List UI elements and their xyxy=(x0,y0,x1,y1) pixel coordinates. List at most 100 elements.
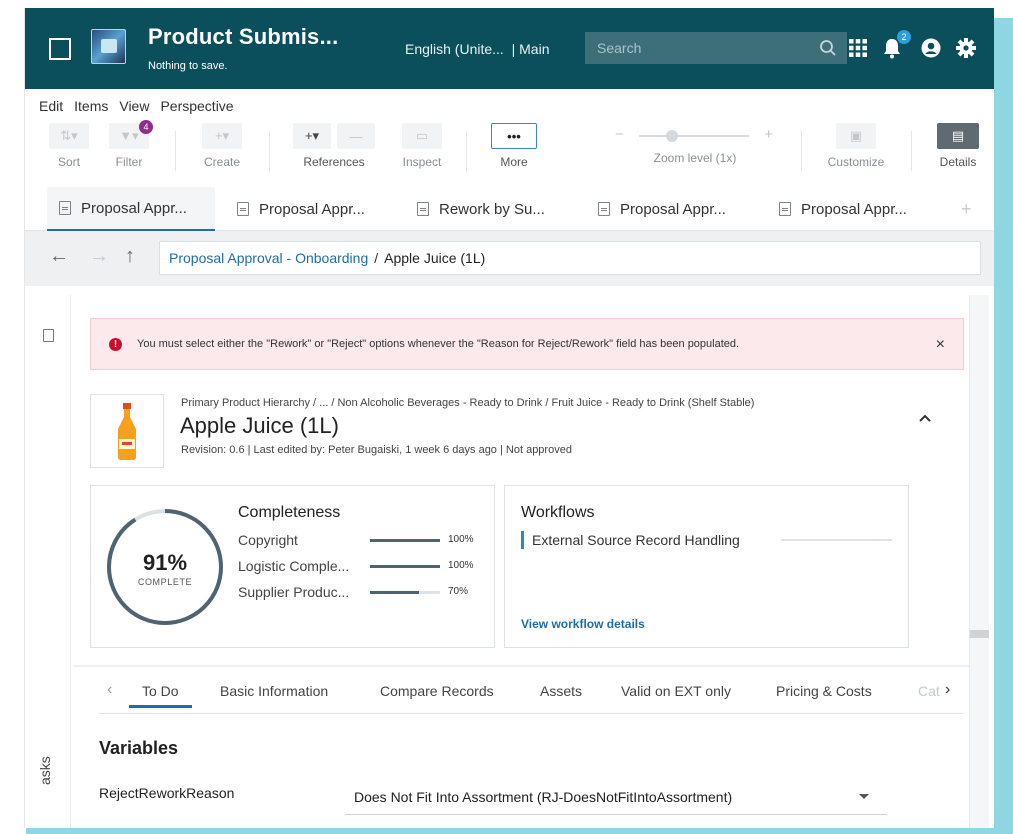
juice-bottle-image xyxy=(118,403,136,460)
section-divider xyxy=(73,665,989,667)
forward-arrow-icon[interactable]: → xyxy=(89,245,109,268)
subtab-assets[interactable]: Assets xyxy=(540,683,582,699)
subtab-compare-records[interactable]: Compare Records xyxy=(380,683,494,699)
menu-toggle-icon[interactable] xyxy=(49,38,71,60)
tab-proposal-approval-3[interactable]: Proposal Appr... xyxy=(598,187,726,231)
zoom-control: − + Zoom level (1x) xyxy=(615,123,775,165)
tab-proposal-approval-1[interactable]: Proposal Appr... xyxy=(47,187,215,231)
up-arrow-icon[interactable]: ↑ xyxy=(125,245,135,268)
product-logo xyxy=(91,29,126,64)
scrollbar-thumb[interactable] xyxy=(970,630,989,638)
scrollbar[interactable] xyxy=(969,295,989,828)
tasks-rail-label[interactable]: asks xyxy=(37,756,53,785)
zoom-out-icon[interactable]: − xyxy=(615,126,624,143)
menu-edit[interactable]: Edit xyxy=(39,98,63,114)
workspace-selector[interactable]: Main xyxy=(519,41,549,57)
subtab-basic-information[interactable]: Basic Information xyxy=(220,683,328,699)
tab-rework-by-supplier[interactable]: Rework by Su... xyxy=(417,187,545,231)
subtab-categories[interactable]: Cat xyxy=(918,683,940,699)
document-icon xyxy=(417,202,429,216)
filter-count-badge: 4 xyxy=(139,120,153,134)
context-separator: | xyxy=(507,41,520,57)
document-icon xyxy=(59,201,71,215)
settings-gear-icon[interactable] xyxy=(955,37,977,59)
menu-view[interactable]: View xyxy=(119,98,149,114)
apps-grid-icon[interactable] xyxy=(847,37,869,59)
metric-bar-fill xyxy=(370,591,419,594)
search-input[interactable] xyxy=(585,32,805,64)
app-header: Product Submis... Nothing to save. Engli… xyxy=(25,8,994,89)
zoom-handle[interactable] xyxy=(666,130,678,142)
notification-count-badge: 2 xyxy=(897,30,911,44)
alert-message: You must select either the "Rework" or "… xyxy=(137,338,740,350)
frame-decoration-right xyxy=(993,18,1013,834)
subtab-to-do[interactable]: To Do xyxy=(129,683,192,708)
subtabs-prev-icon[interactable]: ‹ xyxy=(107,681,112,699)
product-hierarchy: Primary Product Hierarchy / ... / Non Al… xyxy=(181,397,755,409)
zoom-slider[interactable]: − + xyxy=(615,123,775,149)
zoom-track xyxy=(639,135,749,137)
dropdown-caret-icon[interactable] xyxy=(859,794,869,799)
search-box xyxy=(585,32,847,64)
completeness-percent: 91% xyxy=(142,550,188,575)
details-label: Details xyxy=(939,155,977,169)
inspect-button[interactable]: ▭ Inspect xyxy=(399,123,445,169)
create-button[interactable]: +▾ Create xyxy=(199,123,245,169)
record-subtabs: ‹ To Do Basic Information Compare Record… xyxy=(99,676,963,714)
toolbar: ⇅▾ Sort ▼▾ Filter 4 +▾ Create +▾ — Refer… xyxy=(25,120,994,187)
tab-label: Proposal Appr... xyxy=(801,200,907,218)
details-panel-icon: ▤ xyxy=(937,123,979,149)
error-alert: ! You must select either the "Rework" or… xyxy=(90,318,964,370)
more-button[interactable]: ••• More xyxy=(489,123,539,169)
more-icon: ••• xyxy=(491,123,537,149)
breadcrumb-current: Apple Juice (1L) xyxy=(384,250,486,266)
subtab-valid-on-ext-only[interactable]: Valid on EXT only xyxy=(621,683,731,699)
product-image[interactable] xyxy=(90,394,164,468)
left-rail: asks xyxy=(25,295,71,828)
breadcrumb-link[interactable]: Proposal Approval - Onboarding xyxy=(169,250,368,266)
metric-percent: 100% xyxy=(448,534,474,545)
document-icon xyxy=(598,202,610,216)
add-tab-icon[interactable]: + xyxy=(961,187,972,231)
context-selector[interactable]: English (Unite... | Main xyxy=(405,41,550,57)
language-selector[interactable]: English (Unite... xyxy=(405,41,504,57)
remove-reference-icon[interactable]: — xyxy=(337,123,375,149)
toolbar-divider xyxy=(911,131,912,171)
back-arrow-icon[interactable]: ← xyxy=(49,245,69,268)
menu-bar: Edit Items View Perspective xyxy=(25,89,994,123)
chevron-up-icon[interactable] xyxy=(918,410,932,428)
details-button[interactable]: ▤ Details xyxy=(933,123,983,169)
close-icon[interactable]: × xyxy=(936,336,945,354)
customize-button[interactable]: ▣ Customize xyxy=(821,123,891,169)
completeness-caption: COMPLETE xyxy=(137,577,193,587)
subtab-pricing-costs[interactable]: Pricing & Costs xyxy=(776,683,872,699)
references-button[interactable]: +▾ — References xyxy=(293,123,375,169)
tab-label: Proposal Appr... xyxy=(81,199,187,217)
reject-rework-reason-select[interactable]: Does Not Fit Into Assortment (RJ-DoesNot… xyxy=(345,789,887,815)
app-window: Product Submis... Nothing to save. Engli… xyxy=(24,8,994,828)
menu-perspective[interactable]: Perspective xyxy=(160,98,233,114)
document-icon[interactable] xyxy=(43,329,54,342)
menu-items[interactable]: Items xyxy=(74,98,108,114)
chevron-up-glyph xyxy=(919,414,931,422)
tab-label: Rework by Su... xyxy=(439,200,545,218)
sort-button[interactable]: ⇅▾ Sort xyxy=(47,123,91,169)
tab-proposal-approval-2[interactable]: Proposal Appr... xyxy=(237,187,365,231)
workflow-item[interactable]: External Source Record Handling xyxy=(521,531,740,549)
references-label: References xyxy=(303,155,365,169)
filter-label: Filter xyxy=(115,155,143,169)
sort-icon: ⇅▾ xyxy=(49,123,89,149)
subtabs-next-icon[interactable]: › xyxy=(945,681,950,699)
tab-proposal-approval-4[interactable]: Proposal Appr... xyxy=(779,187,907,231)
user-profile-icon[interactable] xyxy=(920,37,942,59)
select-value: Does Not Fit Into Assortment (RJ-DoesNot… xyxy=(354,789,733,805)
view-workflow-details-link[interactable]: View workflow details xyxy=(521,617,645,631)
search-icon[interactable] xyxy=(819,39,837,57)
document-icon xyxy=(779,202,791,216)
metric-name: Copyright xyxy=(238,532,298,548)
zoom-in-icon[interactable]: + xyxy=(764,126,773,143)
metric-bar-fill xyxy=(370,565,440,568)
navigation-bar: ← → ↑ Proposal Approval - Onboarding / A… xyxy=(25,231,994,286)
add-reference-icon[interactable]: +▾ xyxy=(293,123,331,149)
record-tabs: Proposal Appr... Proposal Appr... Rework… xyxy=(25,187,994,231)
